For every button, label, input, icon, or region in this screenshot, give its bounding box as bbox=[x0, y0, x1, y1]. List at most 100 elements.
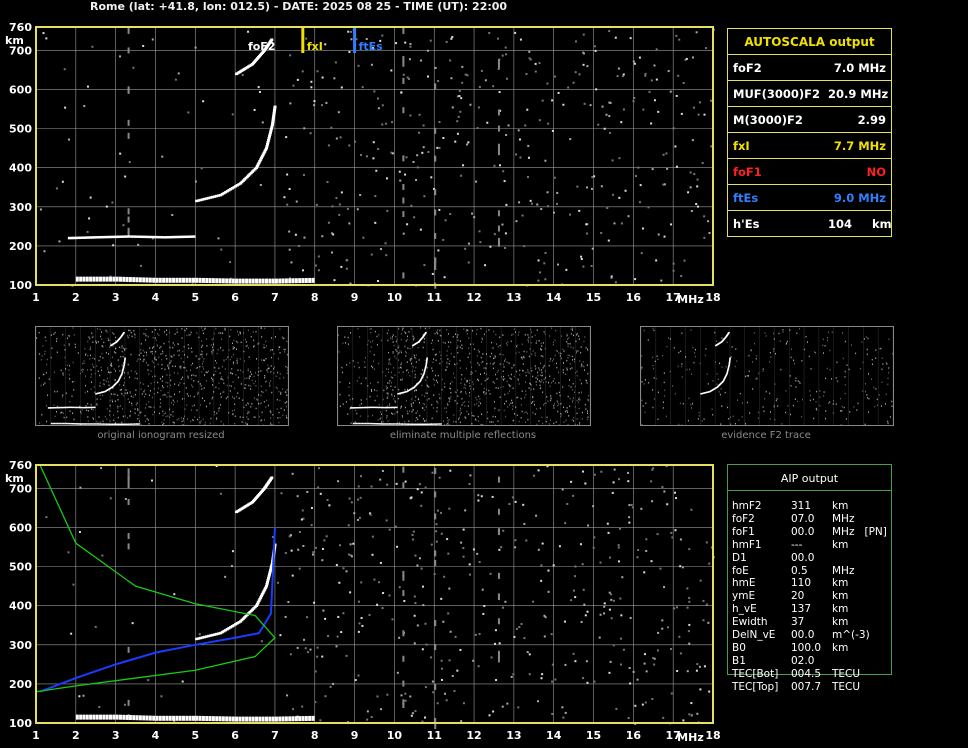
thumb-trace bbox=[386, 423, 389, 425]
noise-dot bbox=[492, 710, 495, 713]
thumb-noise bbox=[711, 408, 713, 410]
thumb-noise bbox=[535, 368, 537, 370]
thumb-noise bbox=[63, 416, 65, 419]
noise-dot bbox=[643, 653, 646, 656]
thumb-noise bbox=[54, 331, 56, 334]
thumb-noise bbox=[405, 369, 407, 372]
thumb-noise bbox=[446, 362, 448, 365]
thumb-noise bbox=[754, 342, 756, 345]
thumb-noise bbox=[568, 384, 570, 387]
echo-trace-point bbox=[103, 235, 107, 239]
thumb-noise bbox=[145, 403, 147, 406]
thumb-noise bbox=[576, 332, 578, 335]
noise-dot bbox=[462, 547, 465, 550]
noise-dot bbox=[526, 651, 529, 654]
thumb-noise bbox=[171, 402, 173, 404]
thumb-noise bbox=[440, 358, 442, 360]
noise-dot bbox=[354, 679, 357, 682]
noise-dot bbox=[524, 124, 527, 127]
thumb-noise bbox=[232, 363, 234, 365]
thumb-noise bbox=[888, 372, 890, 374]
aip-param-unit: km bbox=[832, 603, 849, 616]
thumbnail-caption: original ionogram resized bbox=[97, 430, 225, 441]
noise-dot bbox=[679, 565, 682, 568]
noise-dot bbox=[376, 279, 379, 282]
thumb-noise bbox=[439, 362, 441, 365]
noise-dot bbox=[468, 482, 471, 485]
thumb-noise bbox=[446, 329, 448, 331]
thumb-noise bbox=[515, 370, 517, 373]
aip-param-value: 100.0 bbox=[791, 641, 822, 654]
noise-dot bbox=[317, 255, 320, 258]
thumb-noise bbox=[486, 363, 488, 365]
noise-dot bbox=[459, 648, 462, 651]
thumb-noise bbox=[189, 395, 191, 397]
thumb-noise bbox=[283, 409, 285, 411]
noise-dot bbox=[400, 91, 403, 94]
thumb-noise bbox=[220, 378, 222, 380]
thumbnail-caption: eliminate multiple reflections bbox=[389, 430, 537, 441]
thumb-noise bbox=[762, 406, 764, 408]
thumb-noise bbox=[502, 378, 504, 380]
thumb-noise bbox=[555, 421, 557, 423]
thumb-noise bbox=[781, 423, 783, 425]
thumb-noise bbox=[380, 413, 382, 415]
noise-dot bbox=[321, 655, 324, 658]
noise-dot bbox=[689, 171, 692, 174]
thumb-noise bbox=[565, 419, 567, 422]
thumb-noise bbox=[449, 398, 451, 400]
thumb-noise bbox=[271, 391, 273, 394]
thumb-noise bbox=[68, 334, 70, 337]
thumb-noise bbox=[537, 371, 539, 374]
thumb-noise bbox=[168, 340, 170, 343]
thumb-noise bbox=[154, 329, 156, 331]
noise-dot bbox=[590, 264, 593, 267]
thumb-noise bbox=[402, 371, 404, 374]
thumb-noise bbox=[505, 415, 507, 418]
thumb-noise bbox=[347, 343, 349, 345]
thumb-noise bbox=[364, 357, 366, 359]
thumb-noise bbox=[542, 342, 544, 344]
thumb-noise bbox=[587, 399, 589, 402]
noise-dot bbox=[91, 45, 94, 48]
noise-dot bbox=[395, 42, 398, 45]
autoscala-param-value: 7.0 MHz bbox=[833, 61, 886, 75]
thumb-noise bbox=[446, 354, 448, 357]
noise-dot bbox=[673, 607, 676, 610]
thumb-noise bbox=[786, 340, 788, 343]
thumb-noise bbox=[212, 378, 214, 381]
noise-dot bbox=[619, 597, 622, 600]
noise-dot bbox=[412, 530, 415, 533]
thumb-noise bbox=[787, 405, 789, 407]
noise-dot bbox=[86, 230, 89, 233]
echo-trace-point bbox=[185, 715, 189, 721]
thumb-noise bbox=[159, 377, 161, 380]
noise-dot bbox=[420, 504, 423, 507]
thumb-noise bbox=[196, 366, 198, 369]
thumb-noise bbox=[109, 404, 111, 407]
thumb-noise bbox=[90, 346, 92, 349]
thumb-noise bbox=[841, 406, 843, 408]
thumb-noise bbox=[69, 410, 71, 412]
noise-dot bbox=[514, 500, 517, 503]
thumb-noise bbox=[253, 375, 255, 378]
noise-dot bbox=[540, 208, 543, 211]
noise-streak bbox=[127, 47, 130, 54]
thumb-noise bbox=[887, 377, 889, 380]
thumb-noise bbox=[395, 357, 397, 360]
thumb-noise bbox=[250, 371, 252, 373]
noise-dot bbox=[669, 90, 672, 93]
thumb-noise bbox=[106, 377, 108, 380]
noise-dot bbox=[457, 115, 460, 118]
thumb-noise bbox=[120, 405, 122, 407]
thumb-noise bbox=[468, 347, 470, 349]
thumb-noise bbox=[549, 385, 551, 388]
thumb-noise bbox=[159, 412, 161, 415]
x-tick-label: 18 bbox=[705, 291, 720, 304]
noise-dot bbox=[662, 716, 665, 719]
thumb-noise bbox=[373, 368, 375, 371]
thumb-noise bbox=[400, 405, 402, 408]
thumb-noise bbox=[444, 386, 446, 388]
noise-dot bbox=[332, 682, 335, 685]
thumb-noise bbox=[216, 362, 218, 364]
